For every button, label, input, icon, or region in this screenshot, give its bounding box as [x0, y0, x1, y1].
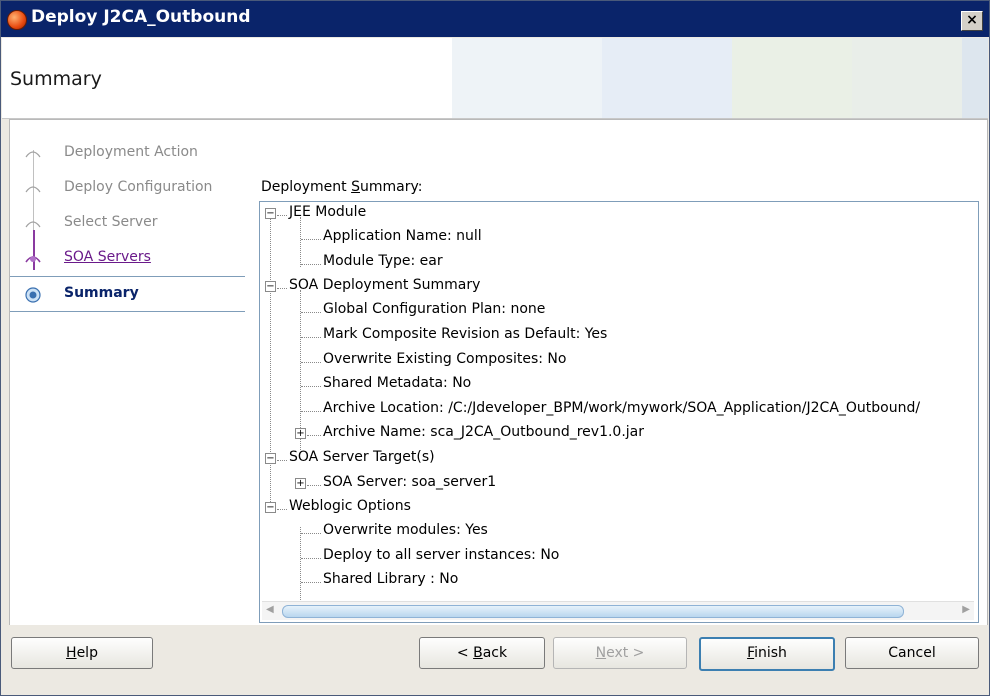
deployment-summary-tree[interactable]: − JEE Module Application Name: null Modu… [259, 201, 979, 623]
help-button[interactable]: Help [11, 637, 153, 669]
train-step-select-server: Select Server [10, 206, 246, 240]
header-decoration-5 [962, 38, 988, 118]
train-step-label: Summary [64, 285, 139, 301]
train-step-deploy-configuration: Deploy Configuration [10, 171, 246, 205]
scroll-right-icon[interactable]: ▶ [962, 604, 970, 615]
expand-icon[interactable]: + [295, 428, 306, 439]
deploy-dialog: Deploy J2CA_Outbound × Summary Deploymen… [0, 0, 990, 696]
app-icon [7, 10, 27, 30]
collapse-icon[interactable]: − [265, 453, 276, 464]
train-step-label[interactable]: SOA Servers [64, 249, 151, 265]
page-title: Summary [10, 68, 102, 90]
cancel-button[interactable]: Cancel [845, 637, 979, 669]
header-decoration-2 [602, 38, 732, 118]
wizard-header: Summary [2, 38, 988, 119]
step-visited-icon [25, 186, 41, 193]
step-visited-icon [25, 151, 41, 158]
finish-button[interactable]: Finish [699, 637, 835, 671]
collapse-icon[interactable]: − [265, 281, 276, 292]
step-current-icon [25, 287, 41, 303]
next-button[interactable]: Next > [553, 637, 687, 669]
scroll-left-icon[interactable]: ◀ [266, 604, 274, 615]
train-step-label: Deployment Action [64, 144, 198, 160]
step-link-icon [25, 256, 41, 263]
horizontal-scrollbar[interactable]: ◀ ▶ [262, 601, 974, 620]
deployment-summary-label: Deployment Summary: [261, 179, 423, 195]
tree-connector [300, 290, 301, 450]
step-visited-icon [25, 221, 41, 228]
header-decoration-4 [852, 38, 962, 118]
wizard-train: Deployment Action Deploy Configuration S… [9, 119, 247, 626]
train-step-label: Deploy Configuration [64, 179, 213, 195]
collapse-icon[interactable]: − [265, 502, 276, 513]
expand-icon[interactable]: + [295, 478, 306, 489]
header-decoration-3 [732, 38, 852, 118]
scrollbar-thumb[interactable] [282, 605, 904, 618]
train-step-deployment-action: Deployment Action [10, 136, 246, 170]
tree-connector [300, 527, 301, 602]
train-step-summary: Summary [10, 276, 246, 312]
train-step-label: Select Server [64, 214, 158, 230]
back-button[interactable]: < Back [419, 637, 545, 669]
content-panel: Deployment Summary: − JEE Module Applica… [245, 119, 988, 626]
tree-connector [300, 217, 301, 267]
header-decoration-1 [452, 38, 602, 118]
collapse-icon[interactable]: − [265, 208, 276, 219]
close-button[interactable]: × [961, 11, 983, 31]
window-title: Deploy J2CA_Outbound [31, 7, 251, 27]
title-bar: Deploy J2CA_Outbound × [1, 1, 989, 37]
train-step-soa-servers[interactable]: SOA Servers [10, 241, 246, 275]
